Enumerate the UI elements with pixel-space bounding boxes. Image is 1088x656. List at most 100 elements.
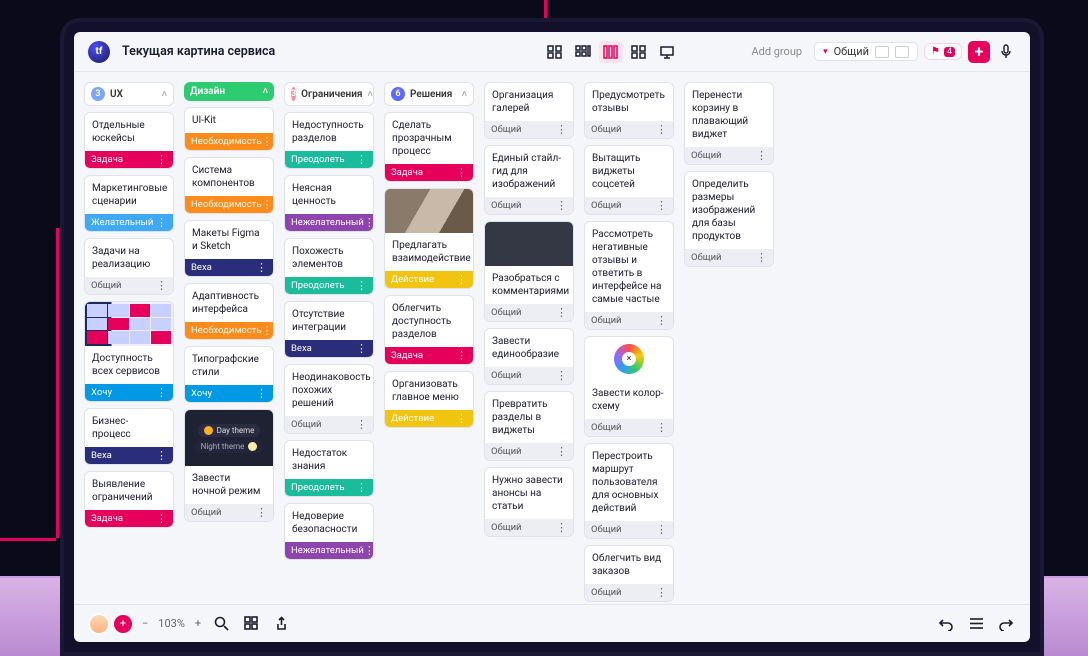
card[interactable]: Перестроить маршрут пользователя для осн… [584, 443, 674, 539]
column-header[interactable]: 3 UX ˄ [84, 82, 174, 106]
card[interactable]: Завести колор-схему Общий ⋮ [584, 336, 674, 437]
layout-toggle-b-icon[interactable] [895, 46, 909, 58]
more-icon[interactable]: ⋮ [656, 202, 667, 210]
more-icon[interactable]: ⋮ [656, 317, 667, 325]
more-icon[interactable]: ⋮ [156, 282, 167, 290]
card[interactable]: Превратить разделы в виджеты Общий ⋮ [484, 391, 574, 461]
card-tag[interactable]: Необходимость ⋮ [185, 133, 273, 150]
card-tag[interactable]: Общий ⋮ [485, 304, 573, 321]
card-tag[interactable]: Общий ⋮ [485, 121, 573, 138]
more-icon[interactable]: ⋮ [356, 156, 367, 164]
card[interactable]: Облегчить вид заказов Общий ⋮ [584, 545, 674, 602]
more-icon[interactable]: ⋮ [656, 126, 667, 134]
more-icon[interactable]: ⋮ [256, 390, 267, 398]
card-tag[interactable]: Общий ⋮ [585, 312, 673, 329]
card[interactable]: Макеты Figma и Sketch Веха ⋮ [184, 220, 274, 277]
more-icon[interactable]: ⋮ [556, 372, 567, 380]
card[interactable]: Day theme Night theme Завести ночной реж… [184, 409, 274, 522]
more-icon[interactable]: ⋮ [356, 345, 367, 353]
card[interactable]: Отдельные юскейсы Задача ⋮ [84, 112, 174, 169]
mic-icon[interactable] [996, 42, 1016, 62]
card[interactable]: Облегчить доступность разделов Задача ⋮ [384, 295, 474, 365]
card-tag[interactable]: Действие ⋮ [385, 410, 473, 427]
card[interactable]: Предусмотреть отзывы Общий ⋮ [584, 82, 674, 139]
more-icon[interactable]: ⋮ [156, 389, 167, 397]
zoom-in-button[interactable]: + [195, 617, 201, 630]
more-icon[interactable]: ⋮ [556, 202, 567, 210]
more-icon[interactable]: ⋮ [756, 152, 767, 160]
card-tag[interactable]: Общий ⋮ [485, 443, 573, 460]
card-tag[interactable]: Общий ⋮ [685, 249, 773, 266]
more-icon[interactable]: ⋮ [262, 138, 273, 146]
app-logo[interactable]: tf [88, 41, 110, 63]
card[interactable]: Бизнес-процесс Веха ⋮ [84, 408, 174, 465]
filter-flag-pill[interactable]: ⚑ 4 [924, 43, 962, 60]
more-icon[interactable]: ⋮ [356, 484, 367, 492]
view-grid-1-icon[interactable] [543, 41, 567, 63]
card[interactable]: Выявление ограничений Задача ⋮ [84, 471, 174, 528]
card[interactable]: Типографские стили Хочу ⋮ [184, 346, 274, 403]
view-present-icon[interactable] [655, 41, 679, 63]
card[interactable]: Завести единообразие Общий ⋮ [484, 328, 574, 385]
more-icon[interactable]: ⋮ [156, 515, 167, 523]
column-header[interactable]: 6 Решения ˄ [384, 82, 474, 106]
more-icon[interactable]: ⋮ [456, 352, 467, 360]
more-icon[interactable]: ⋮ [556, 448, 567, 456]
card-tag[interactable]: Веха ⋮ [285, 340, 373, 357]
card[interactable]: Вытащить виджеты соцсетей Общий ⋮ [584, 145, 674, 215]
card-tag[interactable]: Веха ⋮ [185, 259, 273, 276]
card-tag[interactable]: Общий ⋮ [485, 367, 573, 384]
more-icon[interactable]: ⋮ [364, 547, 374, 555]
view-columns-icon[interactable] [599, 41, 623, 63]
card[interactable]: Задачи на реализацию Общий ⋮ [84, 238, 174, 295]
card-tag[interactable]: Преодолеть ⋮ [285, 277, 373, 294]
more-icon[interactable]: ⋮ [656, 526, 667, 534]
card-tag[interactable]: Желательный ⋮ [85, 214, 173, 231]
card-tag[interactable]: Действие ⋮ [385, 271, 473, 288]
more-icon[interactable]: ⋮ [656, 424, 667, 432]
card[interactable]: Отсутствие интеграции Веха ⋮ [284, 301, 374, 358]
more-icon[interactable]: ⋮ [156, 452, 167, 460]
card[interactable]: Разобраться с комментариями Общий ⋮ [484, 221, 574, 322]
card-tag[interactable]: Задача ⋮ [385, 347, 473, 364]
card[interactable]: Нужно завести анонсы на статьи Общий ⋮ [484, 467, 574, 537]
column-header[interactable]: 3 Ограничения ˄ [284, 82, 374, 106]
more-icon[interactable]: ⋮ [256, 264, 267, 272]
card[interactable]: Система компонентов Необходимость ⋮ [184, 157, 274, 214]
card[interactable]: Организовать главное меню Действие ⋮ [384, 371, 474, 428]
card[interactable]: Доступность всех сервисов Хочу ⋮ [84, 301, 174, 402]
card[interactable]: Рассмотреть негативные отзывы и ответить… [584, 221, 674, 330]
card-tag[interactable]: Общий ⋮ [585, 419, 673, 436]
more-icon[interactable]: ⋮ [356, 421, 367, 429]
card[interactable]: Адаптивность интерфейса Необходимость ⋮ [184, 283, 274, 340]
more-icon[interactable]: ⋮ [262, 327, 273, 335]
more-icon[interactable]: ⋮ [456, 169, 467, 177]
menu-icon[interactable] [966, 614, 986, 634]
card-tag[interactable]: Общий ⋮ [485, 197, 573, 214]
card[interactable]: Недостаток знания Преодолеть ⋮ [284, 440, 374, 497]
undo-icon[interactable] [936, 614, 956, 634]
card-tag[interactable]: Преодолеть ⋮ [285, 479, 373, 496]
card-tag[interactable]: Необходимость ⋮ [185, 322, 273, 339]
add-member-button[interactable]: + [114, 615, 132, 633]
card[interactable]: UI-Kit Необходимость ⋮ [184, 107, 274, 151]
redo-icon[interactable] [996, 614, 1016, 634]
card[interactable]: Неодинаковость похожих решений Общий ⋮ [284, 364, 374, 434]
more-icon[interactable]: ⋮ [156, 219, 167, 227]
card[interactable]: Предлагать взаимодействие Действие ⋮ [384, 188, 474, 289]
card-tag[interactable]: Задача ⋮ [385, 164, 473, 181]
more-icon[interactable]: ⋮ [256, 509, 267, 517]
card-tag[interactable]: Общий ⋮ [585, 121, 673, 138]
card-tag[interactable]: Общий ⋮ [585, 584, 673, 601]
card[interactable]: Похожесть элементов Преодолеть ⋮ [284, 238, 374, 295]
more-icon[interactable]: ⋮ [756, 254, 767, 262]
card-tag[interactable]: Общий ⋮ [85, 277, 173, 294]
card-tag[interactable]: Общий ⋮ [285, 416, 373, 433]
card[interactable]: Недоверие безопасности Нежелательный ⋮ [284, 503, 374, 560]
more-icon[interactable]: ⋮ [556, 126, 567, 134]
more-icon[interactable]: ⋮ [456, 415, 467, 423]
add-group-button[interactable]: Add group [751, 45, 802, 58]
grid-view-icon[interactable] [241, 614, 261, 634]
add-button[interactable]: + [968, 41, 990, 63]
column-header[interactable]: Дизайн˄ [184, 82, 274, 101]
